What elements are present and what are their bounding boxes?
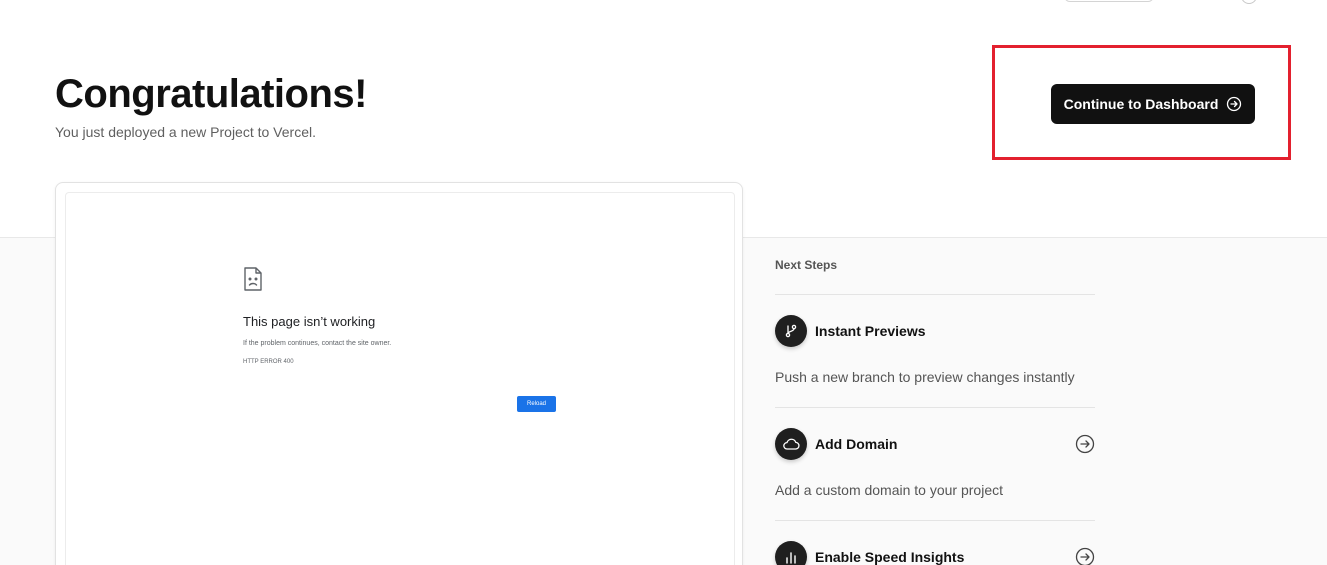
page: Congratulations! You just deployed a new… <box>0 0 1327 565</box>
cloud-icon <box>775 428 807 460</box>
page-title: Congratulations! <box>55 72 367 116</box>
divider <box>775 294 1095 295</box>
top-avatar[interactable] <box>1241 0 1257 4</box>
continue-to-dashboard-button[interactable]: Continue to Dashboard <box>1051 84 1255 124</box>
deployment-preview-card[interactable]: This page isn’t working If the problem c… <box>55 182 743 565</box>
reload-button: Reload <box>517 396 556 412</box>
step-title-instant-previews[interactable]: Instant Previews <box>815 323 926 339</box>
deployment-preview-screenshot: This page isn’t working If the problem c… <box>65 192 735 565</box>
step-description-add-domain: Add a custom domain to your project <box>775 482 1004 498</box>
page-subtitle: You just deployed a new Project to Verce… <box>55 124 316 140</box>
divider <box>775 520 1095 521</box>
step-description-instant-previews: Push a new branch to preview changes ins… <box>775 369 1075 385</box>
continue-button-label: Continue to Dashboard <box>1063 96 1219 112</box>
error-title: This page isn’t working <box>243 314 376 329</box>
bar-chart-icon <box>775 541 807 565</box>
sad-page-icon <box>243 267 263 291</box>
next-steps-heading: Next Steps <box>775 258 838 272</box>
error-code: HTTP ERROR 400 <box>243 359 294 365</box>
top-nav-button[interactable] <box>1064 0 1154 2</box>
divider <box>775 407 1095 408</box>
git-branch-icon <box>775 315 807 347</box>
step-title-add-domain[interactable]: Add Domain <box>815 436 897 452</box>
arrow-right-circle-icon <box>1226 96 1242 112</box>
error-description: If the problem continues, contact the si… <box>243 340 392 347</box>
arrow-right-circle-icon[interactable] <box>1075 547 1095 565</box>
step-title-enable-speed-insights[interactable]: Enable Speed Insights <box>815 549 964 565</box>
arrow-right-circle-icon[interactable] <box>1075 434 1095 454</box>
